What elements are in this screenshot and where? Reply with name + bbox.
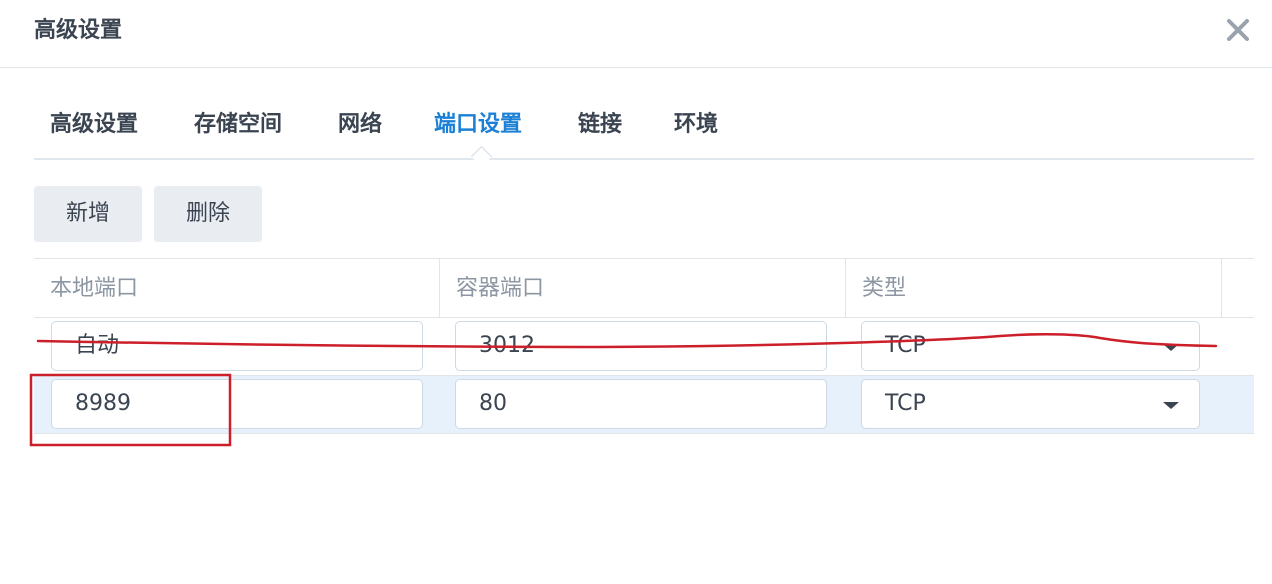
tab-advanced-settings[interactable]: 高级设置 bbox=[50, 110, 138, 140]
chevron-down-icon bbox=[1163, 402, 1179, 409]
active-tab-indicator bbox=[470, 145, 493, 168]
container-port-input[interactable]: 3012 bbox=[455, 321, 827, 371]
type-select[interactable]: TCP bbox=[861, 321, 1200, 371]
column-header-local-port: 本地端口 bbox=[34, 259, 440, 317]
tab-network[interactable]: 网络 bbox=[338, 110, 382, 140]
advanced-settings-dialog: 高级设置 高级设置 存储空间 网络 端口设置 链接 环境 新增 删除 本地端口 … bbox=[0, 0, 1272, 584]
column-header-type: 类型 bbox=[846, 259, 1222, 317]
table-row[interactable]: 8989 80 TCP bbox=[34, 376, 1254, 434]
port-mapping-table: 本地端口 容器端口 类型 自动 3012 TCP 8989 80 TCP bbox=[34, 258, 1254, 434]
container-port-input[interactable]: 80 bbox=[455, 379, 827, 429]
type-select[interactable]: TCP bbox=[861, 379, 1200, 429]
delete-button[interactable]: 删除 bbox=[154, 186, 262, 242]
add-button[interactable]: 新增 bbox=[34, 186, 142, 242]
type-select-value: TCP bbox=[885, 333, 926, 358]
tab-port-settings[interactable]: 端口设置 bbox=[434, 110, 522, 140]
tab-environment[interactable]: 环境 bbox=[674, 110, 718, 140]
table-header: 本地端口 容器端口 类型 bbox=[34, 258, 1254, 318]
dialog-title: 高级设置 bbox=[34, 18, 123, 43]
tab-storage[interactable]: 存储空间 bbox=[194, 110, 282, 140]
local-port-input[interactable]: 自动 bbox=[51, 321, 423, 371]
type-select-value: TCP bbox=[885, 391, 926, 416]
table-row[interactable]: 自动 3012 TCP bbox=[34, 318, 1254, 376]
close-icon[interactable] bbox=[1222, 14, 1254, 46]
column-header-container-port: 容器端口 bbox=[440, 259, 846, 317]
chevron-down-icon bbox=[1163, 344, 1179, 351]
local-port-input[interactable]: 8989 bbox=[51, 379, 423, 429]
tab-links[interactable]: 链接 bbox=[578, 110, 622, 140]
tab-bar: 高级设置 存储空间 网络 端口设置 链接 环境 bbox=[34, 96, 1254, 168]
dialog-titlebar: 高级设置 bbox=[0, 0, 1272, 68]
